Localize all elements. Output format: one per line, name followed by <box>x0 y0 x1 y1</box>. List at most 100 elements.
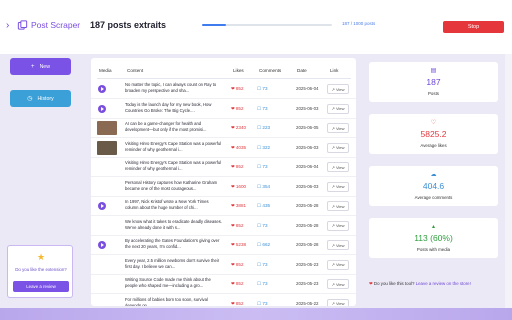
view-link-button[interactable]: ↗ View <box>327 84 349 94</box>
comment-icon: ☐ <box>257 281 262 286</box>
heart-icon: ❤ <box>231 242 235 247</box>
heart-icon: ❤ <box>231 300 235 306</box>
external-link-icon: ↗ <box>331 125 335 131</box>
stat-label-likes: Average likes <box>420 143 447 148</box>
view-link-button[interactable]: ↗ View <box>327 103 349 114</box>
likes-cell: ❤852 <box>231 223 244 229</box>
view-link-button[interactable]: ↗ View <box>327 298 349 306</box>
heart-icon: ❤ <box>231 144 235 150</box>
likes-cell: ❤852 <box>231 281 244 287</box>
progress-fill <box>202 24 227 26</box>
view-link-button[interactable]: ↗ View <box>327 240 349 250</box>
stat-card-comments: ☁ 404.6 Average comments <box>369 166 498 206</box>
table-row: Visiting Hirvo Energy's Cape Station was… <box>91 139 356 158</box>
likes-cell: ❤852 <box>231 164 244 170</box>
likes-value: 5238 <box>235 242 247 247</box>
stat-value-media: 113 (60%) <box>414 233 453 243</box>
view-link-button[interactable]: ↗ View <box>327 259 349 270</box>
view-link-button[interactable]: ↗ View <box>327 279 349 289</box>
posts-table: Media Content Likes Comments Date Link N… <box>91 58 356 306</box>
post-content: Every year, 2.5 million newborns don't s… <box>125 257 220 269</box>
heart-icon: ❤ <box>231 222 235 228</box>
bottom-gradient-band <box>0 308 512 320</box>
comment-icon: ☐ <box>257 125 262 130</box>
column-header-likes: Likes <box>233 68 244 73</box>
plus-icon: + <box>31 63 35 70</box>
stat-value-likes: 5825.2 <box>420 129 447 139</box>
stat-value-posts: 187 <box>426 77 441 87</box>
feedback-question: Do you like the extension? <box>15 267 67 272</box>
view-link-button[interactable]: ↗ View <box>327 220 349 231</box>
comments-cell: ☐ 73 <box>257 86 268 92</box>
view-link-button[interactable]: ↗ View <box>327 123 349 133</box>
table-row: For millions of babies born too soon, su… <box>91 295 356 307</box>
media-thumbnail[interactable] <box>97 121 117 135</box>
likes-cell: ❤852 <box>231 86 244 92</box>
view-label: View <box>335 125 345 131</box>
likes-value: 852 <box>235 300 244 306</box>
progress-text: 187 / 1000 posts <box>342 21 376 26</box>
new-button[interactable]: + New <box>10 58 71 75</box>
view-label: View <box>335 301 345 306</box>
chevron-right-icon[interactable]: › <box>6 20 9 31</box>
post-content: For millions of babies born too soon, su… <box>125 296 208 307</box>
external-link-icon: ↗ <box>331 203 335 209</box>
stat-value-comments: 404.6 <box>422 181 445 191</box>
table-row: Today is the launch day for my new book,… <box>91 100 356 119</box>
comments-cell: ☐ 435 <box>257 203 270 209</box>
comments-value: 662 <box>262 242 271 247</box>
image-icon: ▴ <box>431 224 435 230</box>
stop-button[interactable]: Stop <box>443 21 504 33</box>
view-link-button[interactable]: ↗ View <box>327 181 349 192</box>
likes-value: 852 <box>235 222 244 228</box>
comments-cell: ☐ 223 <box>257 125 270 131</box>
date-cell: 2025-06-04 <box>296 86 319 91</box>
date-cell: 2025-05-23 <box>296 281 319 286</box>
store-review-link[interactable]: Leave a review on the store! <box>416 281 471 286</box>
table-row: By accelerating the Gates Foundation's g… <box>91 236 356 255</box>
heart-icon: ❤ <box>231 203 235 208</box>
view-label: View <box>335 242 345 248</box>
play-icon[interactable] <box>98 85 106 93</box>
post-content: Visiting Hirvo Energy's Cape Station was… <box>125 160 222 172</box>
comments-cell: ☐ 73 <box>257 301 268 307</box>
view-link-button[interactable]: ↗ View <box>327 162 349 172</box>
footer-question: Do you like this tool? <box>373 281 415 286</box>
likes-value: 1600 <box>235 183 247 189</box>
column-header-content: Content <box>127 68 144 73</box>
header-divider <box>97 78 351 79</box>
column-header-media: Media <box>99 68 112 73</box>
leave-review-button[interactable]: Leave a review <box>13 281 69 292</box>
comments-cell: ☐ 73 <box>257 223 268 229</box>
comment-icon: ☐ <box>257 222 262 228</box>
external-link-icon: ↗ <box>331 242 335 248</box>
table-row: Every year, 2.5 million newborns don't s… <box>91 256 356 275</box>
view-link-button[interactable]: ↗ View <box>327 142 349 153</box>
brand-name: Post Scraper <box>31 20 81 30</box>
likes-value: 852 <box>235 164 244 169</box>
post-content: No matter the topic, I can always count … <box>125 82 217 94</box>
likes-value: 852 <box>235 105 244 111</box>
top-bar: › Post Scraper 187 posts extraits 187 / … <box>0 0 512 54</box>
likes-value: 852 <box>235 281 244 286</box>
play-icon[interactable] <box>98 241 106 249</box>
comment-icon: ☐ <box>257 164 262 169</box>
new-label: New <box>39 63 50 70</box>
media-thumbnail[interactable] <box>97 140 117 155</box>
external-link-icon: ↗ <box>331 164 335 170</box>
date-cell: 2025-06-03 <box>296 105 319 111</box>
play-icon[interactable] <box>98 104 106 113</box>
scrollbar[interactable] <box>505 54 512 308</box>
view-label: View <box>335 164 345 170</box>
date-cell: 2025-06-03 <box>296 183 319 189</box>
history-button[interactable]: ◷ History <box>10 90 71 107</box>
footer-note: ❤ Do you like this tool? Leave a review … <box>369 281 471 287</box>
view-label: View <box>335 184 345 189</box>
table-row: Personal History captures how Katharine … <box>91 178 356 197</box>
stat-card-likes: ♡ 5825.2 Average likes <box>369 114 498 154</box>
column-header-date: Date <box>297 68 307 73</box>
view-link-button[interactable]: ↗ View <box>327 201 349 211</box>
play-icon[interactable] <box>98 202 106 210</box>
external-link-icon: ↗ <box>331 262 335 267</box>
external-link-icon: ↗ <box>331 106 335 111</box>
